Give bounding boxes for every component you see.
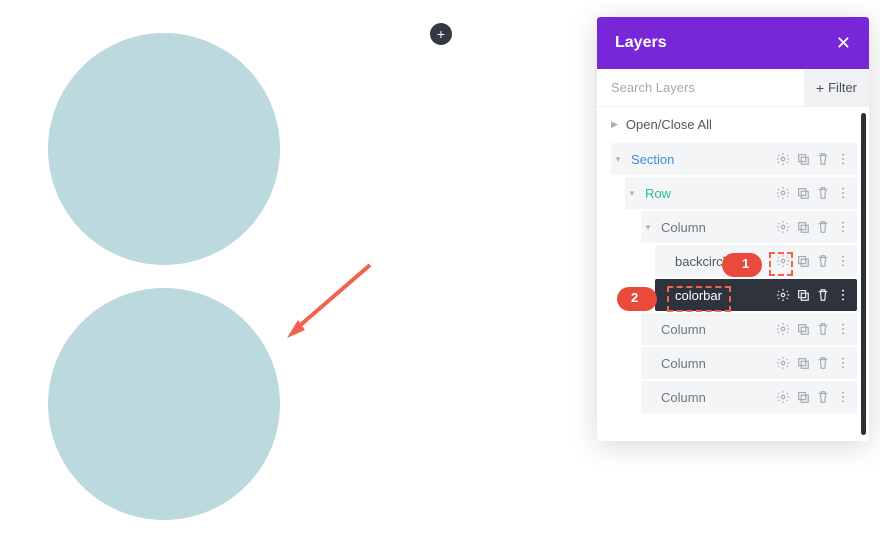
layer-label: Column xyxy=(655,220,775,235)
chevron-down-icon[interactable]: ▾ xyxy=(625,188,639,199)
trash-icon[interactable] xyxy=(815,185,831,201)
more-icon[interactable] xyxy=(835,355,851,371)
trash-icon[interactable] xyxy=(815,389,831,405)
gear-icon[interactable] xyxy=(775,287,791,303)
layer-label: Column xyxy=(655,390,775,405)
layer-actions xyxy=(775,355,857,371)
layer-column[interactable]: Column xyxy=(641,381,857,413)
layers-panel: Layers ✕ + Filter ▶ Open/Close All ▾ Sec… xyxy=(597,17,869,441)
layers-body: ▶ Open/Close All ▾ Section ▾ Row xyxy=(597,107,869,441)
trash-icon[interactable] xyxy=(815,151,831,167)
duplicate-icon[interactable] xyxy=(795,355,811,371)
gear-icon[interactable] xyxy=(775,219,791,235)
gear-icon[interactable] xyxy=(775,151,791,167)
duplicate-icon[interactable] xyxy=(795,287,811,303)
duplicate-icon[interactable] xyxy=(795,219,811,235)
duplicate-icon[interactable] xyxy=(795,321,811,337)
gear-icon[interactable] xyxy=(775,253,791,269)
more-icon[interactable] xyxy=(835,321,851,337)
gear-icon[interactable] xyxy=(775,321,791,337)
layer-row[interactable]: ▾ Row xyxy=(625,177,857,209)
layer-label: backcircle xyxy=(669,254,775,269)
layer-actions xyxy=(775,151,857,167)
layer-actions xyxy=(775,253,857,269)
layer-module-backcircle[interactable]: backcircle xyxy=(655,245,857,277)
trash-icon[interactable] xyxy=(815,321,831,337)
trash-icon[interactable] xyxy=(815,355,831,371)
plus-icon: + xyxy=(437,27,445,41)
layer-label: Row xyxy=(639,186,775,201)
trash-icon[interactable] xyxy=(815,219,831,235)
more-icon[interactable] xyxy=(835,219,851,235)
layer-label: Column xyxy=(655,322,775,337)
gear-icon[interactable] xyxy=(775,355,791,371)
layer-module-colorbar[interactable]: colorbar xyxy=(655,279,857,311)
layer-actions xyxy=(775,389,857,405)
layer-column[interactable]: ▾ Column xyxy=(641,211,857,243)
chevron-down-icon[interactable]: ▾ xyxy=(611,154,625,165)
plus-icon: + xyxy=(816,80,824,96)
filter-button[interactable]: + Filter xyxy=(804,69,869,107)
more-icon[interactable] xyxy=(835,185,851,201)
scrollbar[interactable] xyxy=(861,113,866,435)
layer-actions xyxy=(775,219,857,235)
layer-column[interactable]: Column xyxy=(641,313,857,345)
search-row: + Filter xyxy=(597,69,869,107)
trash-icon[interactable] xyxy=(815,287,831,303)
duplicate-icon[interactable] xyxy=(795,253,811,269)
layer-column[interactable]: Column xyxy=(641,347,857,379)
layer-section[interactable]: ▾ Section xyxy=(611,143,857,175)
arrow-annotation xyxy=(285,260,375,340)
more-icon[interactable] xyxy=(835,151,851,167)
canvas-circle-1 xyxy=(48,33,280,265)
more-icon[interactable] xyxy=(835,389,851,405)
layer-actions xyxy=(775,287,857,303)
gear-icon[interactable] xyxy=(775,185,791,201)
filter-label: Filter xyxy=(828,80,857,95)
layers-panel-title: Layers xyxy=(615,34,836,52)
layer-label: Column xyxy=(655,356,775,371)
chevron-right-icon: ▶ xyxy=(611,119,618,130)
canvas-circle-2 xyxy=(48,288,280,520)
layers-panel-header: Layers ✕ xyxy=(597,17,869,69)
close-icon[interactable]: ✕ xyxy=(836,33,851,54)
open-close-all-label: Open/Close All xyxy=(626,117,712,132)
layer-actions xyxy=(775,321,857,337)
more-icon[interactable] xyxy=(835,287,851,303)
more-icon[interactable] xyxy=(835,253,851,269)
chevron-down-icon[interactable]: ▾ xyxy=(641,222,655,233)
duplicate-icon[interactable] xyxy=(795,389,811,405)
layer-actions xyxy=(775,185,857,201)
duplicate-icon[interactable] xyxy=(795,185,811,201)
layer-label: Section xyxy=(625,152,775,167)
duplicate-icon[interactable] xyxy=(795,151,811,167)
layer-label: colorbar xyxy=(669,288,775,303)
gear-icon[interactable] xyxy=(775,389,791,405)
add-section-button[interactable]: + xyxy=(430,23,452,45)
search-input[interactable] xyxy=(597,80,804,95)
open-close-all-row[interactable]: ▶ Open/Close All xyxy=(597,107,861,141)
trash-icon[interactable] xyxy=(815,253,831,269)
